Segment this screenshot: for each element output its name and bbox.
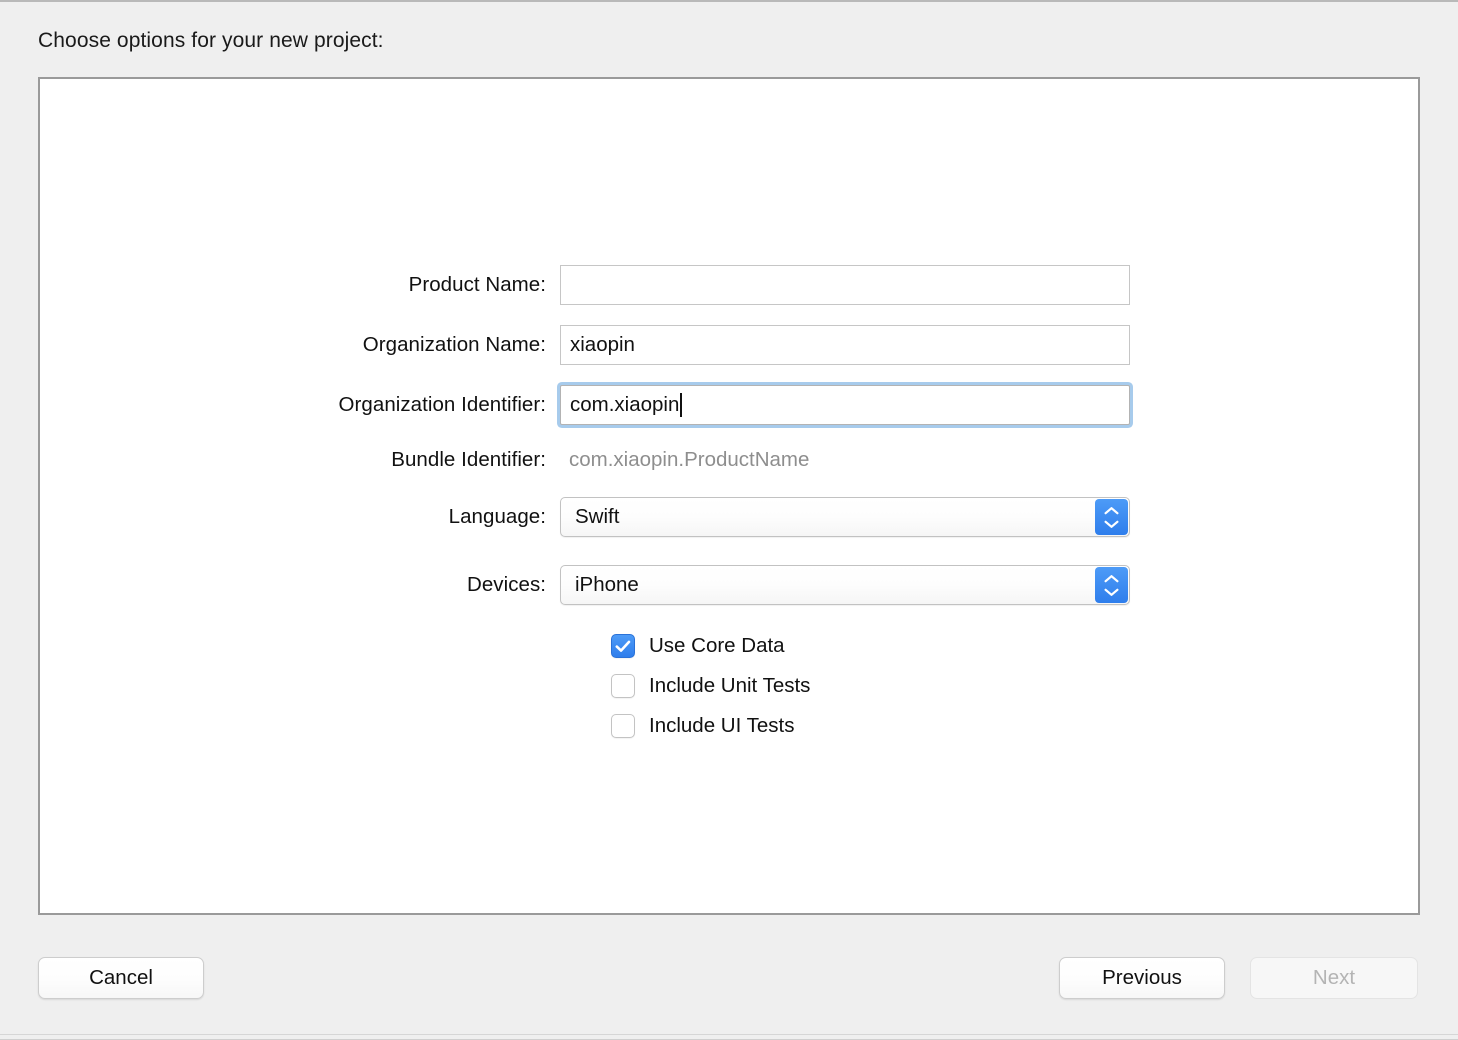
check-icon — [615, 640, 631, 653]
checkbox-label: Use Core Data — [649, 634, 785, 658]
text-caret — [680, 393, 682, 417]
checkbox-use-core-data[interactable]: Use Core Data — [611, 630, 785, 662]
project-options-form: Product Name: Organization Name: xiaopin… — [40, 79, 1418, 913]
cancel-button[interactable]: Cancel — [38, 957, 204, 999]
label-devices: Devices: — [40, 573, 560, 597]
label-organization-identifier: Organization Identifier: — [40, 393, 560, 417]
language-select[interactable]: Swift — [560, 497, 1130, 537]
row-organization-name: Organization Name: xiaopin — [40, 325, 1418, 365]
row-devices: Devices: iPhone — [40, 565, 1418, 605]
devices-value: iPhone — [575, 573, 639, 597]
bundle-identifier-value: com.xiaopin.ProductName — [560, 448, 809, 472]
label-language: Language: — [40, 505, 560, 529]
organization-identifier-input[interactable]: com.xiaopin — [560, 385, 1130, 425]
row-language: Language: Swift — [40, 497, 1418, 537]
row-product-name: Product Name: — [40, 265, 1418, 305]
organization-name-value: xiaopin — [570, 333, 635, 357]
chevron-updown-icon[interactable] — [1095, 499, 1128, 535]
label-product-name: Product Name: — [40, 273, 560, 297]
product-name-input[interactable] — [560, 265, 1130, 305]
organization-name-input[interactable]: xiaopin — [560, 325, 1130, 365]
checkbox-label: Include Unit Tests — [649, 674, 810, 698]
label-bundle-identifier: Bundle Identifier: — [40, 448, 560, 472]
previous-button[interactable]: Previous — [1059, 957, 1225, 999]
options-panel: Product Name: Organization Name: xiaopin… — [38, 77, 1420, 915]
row-bundle-identifier: Bundle Identifier: com.xiaopin.ProductNa… — [40, 440, 1418, 480]
next-button[interactable]: Next — [1250, 957, 1418, 999]
checkbox-box[interactable] — [611, 674, 635, 698]
chevron-updown-icon[interactable] — [1095, 567, 1128, 603]
row-organization-identifier: Organization Identifier: com.xiaopin — [40, 385, 1418, 425]
devices-select[interactable]: iPhone — [560, 565, 1130, 605]
checkbox-include-unit-tests[interactable]: Include Unit Tests — [611, 670, 810, 702]
footer-divider — [0, 1034, 1458, 1035]
label-organization-name: Organization Name: — [40, 333, 560, 357]
checkbox-box[interactable] — [611, 634, 635, 658]
checkbox-box[interactable] — [611, 714, 635, 738]
organization-identifier-value: com.xiaopin — [570, 393, 679, 417]
checkbox-include-ui-tests[interactable]: Include UI Tests — [611, 710, 794, 742]
page-title: Choose options for your new project: — [38, 29, 384, 53]
checkbox-label: Include UI Tests — [649, 714, 794, 738]
language-value: Swift — [575, 505, 619, 529]
new-project-options-window: Choose options for your new project: Pro… — [0, 0, 1458, 1040]
